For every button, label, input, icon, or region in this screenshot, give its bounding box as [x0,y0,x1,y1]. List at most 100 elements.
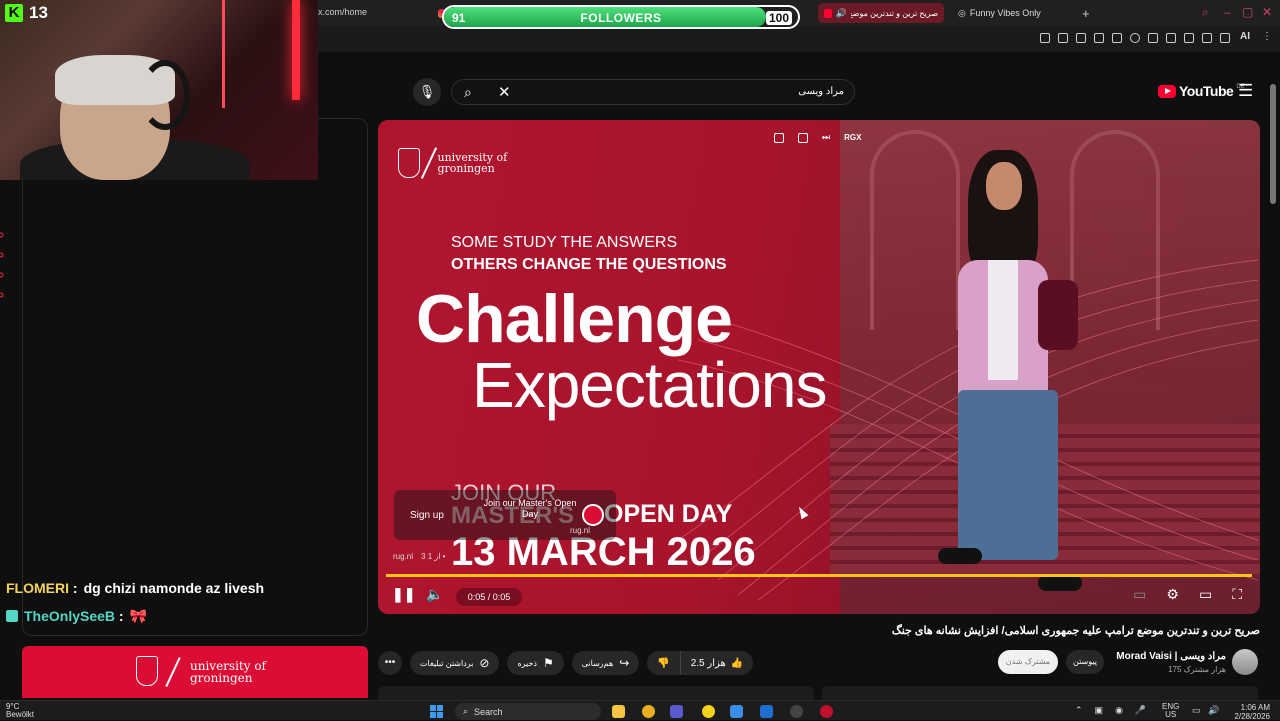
taskbar-search[interactable]: ⌕ Search [455,703,601,720]
search-icon[interactable]: ⌕ [464,84,472,101]
ad-card-title[interactable]: Join our Master's Open Day [480,498,580,520]
skip-icon[interactable]: ⏭ [822,132,830,143]
subtitles-icon[interactable]: ▭ [1133,586,1146,603]
screenshot-icon[interactable] [1058,33,1068,43]
dislike-button[interactable]: 👎 [647,651,679,675]
youtube-logo[interactable]: YouTube DE [1158,83,1245,99]
pause-icon[interactable]: ❚❚ [392,586,415,603]
student-figure [898,150,1098,610]
player-controls: ❚❚ 🔈 0:05 / 0:05 ▭ ⚙ ▭ ⛶ [378,580,1260,614]
sidebar-ad-banner[interactable]: university of groningen [22,646,368,698]
settings-gear-icon[interactable]: ⚙ [1166,586,1179,603]
app-icon[interactable] [702,705,715,718]
extension-icon[interactable] [1094,33,1104,43]
tab-label: صریح ترین و تندترین موضع ترامپ (115) [851,8,938,18]
ad-tagline: SOME STUDY THE ANSWERS [451,234,678,251]
channel-name[interactable]: Morad Vaisi | مراد ویسی [1108,651,1226,662]
system-tray: ⌃ ▣ ◉ 🎤 [1075,705,1146,716]
bookmark-icon[interactable] [1040,33,1050,43]
more-actions-button[interactable]: ••• [378,651,402,675]
video-player[interactable]: university of groningen ⏭ RGX SOME STUDY… [378,120,1260,614]
stream-chat: FLOMERI : dg chizi namonde az livesh The… [6,574,326,630]
streamer-webcam [0,0,318,180]
translate-icon[interactable] [1112,33,1122,43]
obs-icon[interactable] [790,705,803,718]
microphone-icon[interactable]: 🎤 [1135,705,1146,716]
youtube-play-icon [1158,84,1176,98]
fullscreen-icon[interactable]: ⛶ [1232,586,1242,603]
tray-app-icon[interactable]: ▣ [1095,705,1104,716]
ad-domain-link[interactable]: rug.nl [393,552,413,561]
university-crest-icon [398,148,420,178]
bookmark-save-icon: ⚑ [542,656,554,670]
system-clock[interactable]: 1:06 AM 2/28/2026 [1226,703,1270,721]
ai-button[interactable]: AI [1240,31,1250,42]
chat-username: TheOnlySeeB [24,608,116,624]
clear-search-icon[interactable]: ✕ [498,83,511,101]
search-input[interactable]: ⌕ ✕ مراد ویسی [451,79,855,105]
recommended-card[interactable] [822,686,1258,700]
file-explorer-icon[interactable] [612,705,625,718]
logo-divider [420,147,437,179]
lang-region: US [1165,710,1177,719]
tab-active-video[interactable]: 🔊 صریح ترین و تندترین موضع ترامپ (115) [818,3,944,23]
globe-icon: ◎ [958,7,966,18]
shield-icon[interactable] [1076,33,1086,43]
rgx-label[interactable]: RGX [844,133,861,142]
theater-mode-icon[interactable]: ▭ [1199,586,1212,603]
new-tab-button[interactable]: + [1076,3,1092,23]
chat-text: 🎀 [129,607,148,624]
play-icon[interactable] [1130,33,1140,43]
ad-overlay-card[interactable]: Sign up Join our Master's Open Day rug.n… [394,490,616,540]
subscriber-count: 175 هزار مشترک [1168,665,1226,674]
subscriber-badge-icon [6,610,18,622]
weather-widget[interactable]: 9°C Bewölkt [6,703,34,719]
minimize-icon[interactable]: – [1224,5,1231,19]
language-indicator[interactable]: ENG US [1162,703,1179,719]
opera-gx-icon[interactable] [820,705,833,718]
followers-target: 100 [765,11,792,25]
discord-icon[interactable]: ◉ [1115,705,1123,716]
like-button[interactable]: 2.5 هزار 👍 [679,651,754,675]
followers-goal-bar: 91 FOLLOWERS 100 [442,5,800,29]
share-button[interactable]: هم‌رسانی ↪ [571,651,640,675]
time-display: 0:05 / 0:05 [456,588,522,606]
scrollbar-thumb[interactable] [1270,84,1276,204]
join-button[interactable]: پیوستن [1066,650,1104,674]
hamburger-menu-icon[interactable]: ☰ [1238,81,1253,101]
profile-icon[interactable] [1202,33,1212,43]
speaker-icon[interactable]: 🔊 [836,8,847,19]
close-icon[interactable]: ✕ [1262,5,1272,19]
windows-start-icon[interactable] [430,705,443,718]
store-icon[interactable] [730,705,743,718]
url-fragment[interactable]: x.com/home [318,7,367,17]
outlook-icon[interactable] [760,705,773,718]
save-button[interactable]: ذخیره ⚑ [507,651,564,675]
channel-avatar[interactable] [1232,649,1258,675]
browser-toolbar: AI ⋮ [318,26,1280,52]
chat-message: FLOMERI : dg chizi namonde az livesh [6,574,326,602]
remove-ads-button[interactable]: برداشتن تبلیغات ⊘ [410,651,500,675]
search-tabs-icon[interactable]: ⌕ [1202,5,1209,20]
subscribe-button[interactable]: مشترک شدن [998,650,1058,674]
chevron-up-icon[interactable]: ⌃ [1075,705,1083,716]
maximize-icon[interactable]: ▢ [1242,5,1253,19]
app-icon[interactable] [642,705,655,718]
recommended-card[interactable] [378,686,814,700]
tab-funny-vibes[interactable]: ◎ Funny Vibes Only [952,3,1072,23]
page-scrollbar[interactable] [1270,74,1276,684]
download-icon[interactable] [1220,33,1230,43]
volume-icon[interactable]: 🔈 [426,586,443,603]
miniplayer-icon[interactable] [774,132,784,143]
network-icon[interactable]: ▭ [1192,705,1201,716]
teams-icon[interactable] [670,705,683,718]
ad-signup-button[interactable]: Sign up [410,510,444,521]
volume-tray-icon[interactable]: 🔊 [1208,705,1219,716]
voice-search-button[interactable]: 🎙 [413,78,441,106]
heart-icon[interactable] [1148,33,1158,43]
more-menu-icon[interactable]: ⋮ [1262,31,1272,42]
puzzle-icon[interactable] [1184,33,1194,43]
cast-icon[interactable] [798,132,808,143]
wallet-icon[interactable] [1166,33,1176,43]
progress-bar[interactable] [386,574,1252,577]
